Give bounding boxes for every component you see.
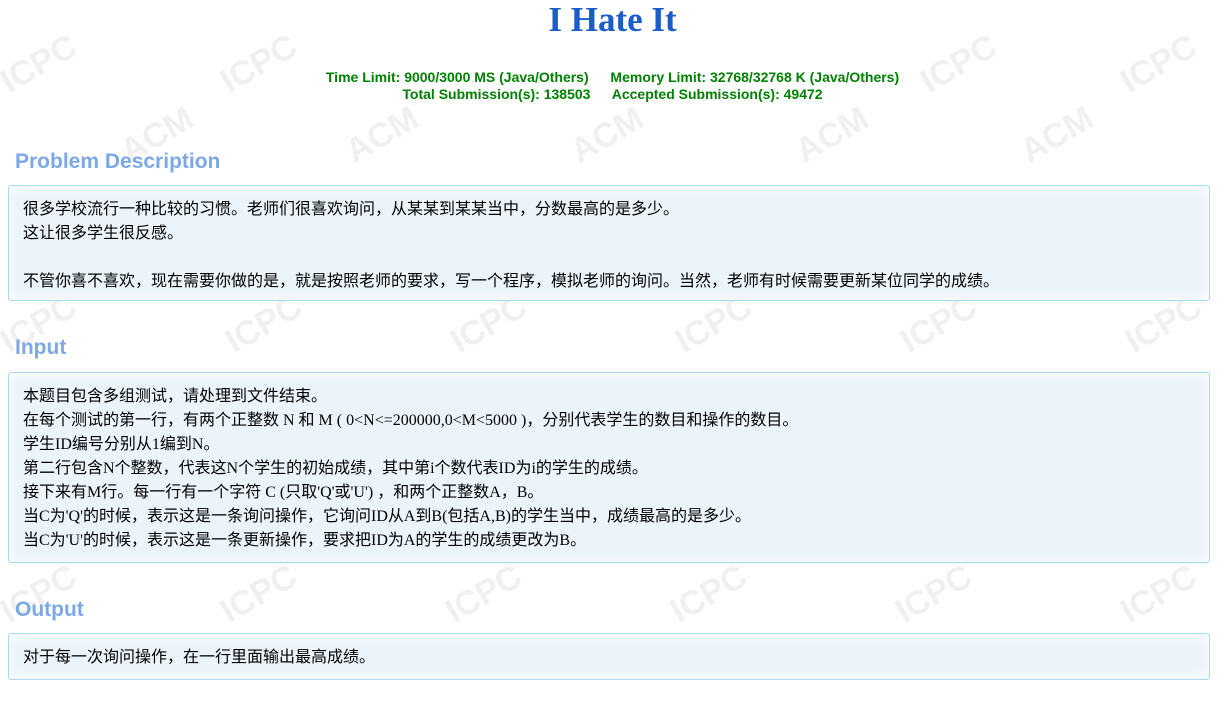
input-line: 学生ID编号分别从1编到N。 bbox=[23, 436, 220, 453]
input-heading: Input bbox=[15, 336, 67, 359]
accepted-submissions-label: Accepted Submission(s): bbox=[611, 86, 780, 102]
watermark-icpc: ICPC bbox=[664, 557, 753, 631]
input-line: 接下来有M行。每一行有一个字符 C (只取'Q'或'U') ，和两个正整数A，B… bbox=[23, 484, 544, 501]
input-panel: 本题目包含多组测试，请处理到文件结束。 在每个测试的第一行，有两个正整数 N 和… bbox=[8, 372, 1210, 563]
output-line: 对于每一次询问操作，在一行里面输出最高成绩。 bbox=[23, 649, 376, 666]
problem-description-panel: 很多学校流行一种比较的习惯。老师们很喜欢询问，从某某到某某当中，分数最高的是多少… bbox=[8, 185, 1210, 301]
watermark-icpc: ICPC bbox=[214, 557, 303, 631]
total-submissions-label: Total Submission(s): bbox=[402, 86, 540, 102]
description-line bbox=[23, 246, 1195, 270]
input-line: 当C为'U'的时候，表示这是一条更新操作，要求把ID为A的学生的成绩更改为B。 bbox=[23, 532, 587, 549]
watermark-acm: ACM bbox=[1014, 99, 1100, 171]
output-heading: Output bbox=[15, 598, 84, 621]
description-line: 很多学校流行一种比较的习惯。老师们很喜欢询问，从某某到某某当中，分数最高的是多少… bbox=[23, 201, 680, 218]
problem-description-heading: Problem Description bbox=[15, 150, 221, 173]
watermark-acm: ACM bbox=[564, 99, 650, 171]
limits-row-2: Total Submission(s): 138503 Accepted Sub… bbox=[0, 86, 1225, 103]
description-line: 这让很多学生很反感。 bbox=[23, 225, 184, 242]
problem-limits: Time Limit: 9000/3000 MS (Java/Others) M… bbox=[0, 69, 1225, 103]
input-line: 在每个测试的第一行，有两个正整数 N 和 M ( 0<N<=200000,0<M… bbox=[23, 412, 799, 429]
limits-row-1: Time Limit: 9000/3000 MS (Java/Others) M… bbox=[0, 69, 1225, 86]
watermark-acm: ACM bbox=[339, 99, 425, 171]
problem-page: I Hate It Time Limit: 9000/3000 MS (Java… bbox=[0, 0, 1225, 680]
watermark-icpc: ICPC bbox=[439, 557, 528, 631]
memory-limit-value: 32768/32768 K (Java/Others) bbox=[710, 69, 900, 85]
time-limit-label: Time Limit: bbox=[325, 69, 401, 85]
input-line: 第二行包含N个整数，代表这N个学生的初始成绩，其中第i个数代表ID为i的学生的成… bbox=[23, 460, 648, 477]
accepted-submissions-value: 49472 bbox=[783, 86, 823, 102]
output-panel: 对于每一次询问操作，在一行里面输出最高成绩。 bbox=[8, 633, 1210, 680]
watermark-acm: ACM bbox=[789, 99, 875, 171]
input-line: 本题目包含多组测试，请处理到文件结束。 bbox=[23, 388, 328, 405]
memory-limit-label: Memory Limit: bbox=[610, 69, 707, 85]
input-line: 当C为'Q'的时候，表示这是一条询问操作，它询问ID从A到B(包括A,B)的学生… bbox=[23, 508, 751, 525]
total-submissions-value: 138503 bbox=[543, 86, 591, 102]
problem-title: I Hate It bbox=[548, 0, 677, 39]
acm-icpc-watermark: ICPC ICPC ACM ACM ACM ACM ACM ICPC ICPC … bbox=[0, 27, 1208, 631]
watermark-icpc: ICPC bbox=[1114, 557, 1203, 631]
watermark-icpc: ICPC bbox=[889, 557, 978, 631]
description-line: 不管你喜不喜欢，现在需要你做的是，就是按照老师的要求，写一个程序，模拟老师的询问… bbox=[23, 273, 1000, 290]
time-limit-value: 9000/3000 MS (Java/Others) bbox=[404, 69, 589, 85]
